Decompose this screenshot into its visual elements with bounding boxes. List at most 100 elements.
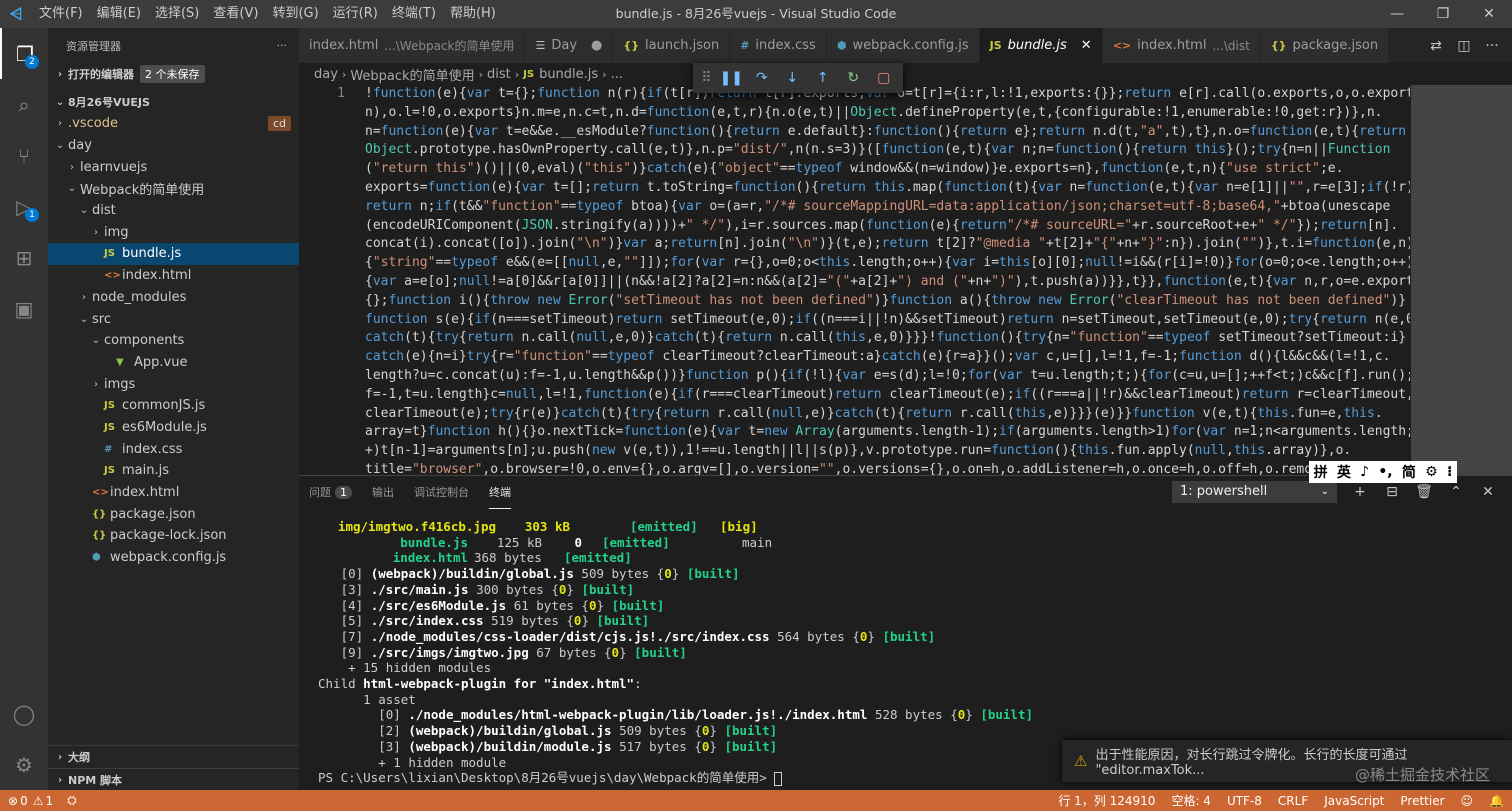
npm-scripts-section[interactable]: › NPM 脚本	[48, 768, 299, 791]
tree-item[interactable]: JS bundle.js	[48, 243, 299, 265]
menu-item[interactable]: 运行(R)	[326, 0, 385, 28]
ime-english-icon[interactable]: 英	[1337, 462, 1351, 482]
ime-moon-icon[interactable]: ♪	[1360, 464, 1369, 480]
extensions-icon[interactable]: ⊞	[0, 232, 48, 283]
gear-icon[interactable]: ⚙	[0, 739, 48, 790]
error-count[interactable]: 0	[20, 794, 28, 808]
search-icon[interactable]: ⌕	[0, 79, 48, 130]
explorer-icon[interactable]: ❐ 2	[0, 28, 48, 79]
tree-item[interactable]: › imgs	[48, 373, 299, 395]
tab-problems[interactable]: 问题 1	[309, 476, 352, 509]
unsaved-dot-icon[interactable]: ●	[591, 38, 602, 53]
more-icon[interactable]: ···	[1478, 38, 1506, 54]
remote-explorer-icon[interactable]: ▣	[0, 283, 48, 334]
tree-item[interactable]: <> index.html	[48, 265, 299, 287]
editor-tab[interactable]: JS bundle.js ✕	[979, 28, 1103, 63]
tree-item[interactable]: <> index.html	[48, 482, 299, 504]
ime-settings-icon[interactable]: ⚙	[1425, 464, 1438, 480]
ime-simplified-icon[interactable]: 简	[1402, 462, 1416, 482]
split-terminal-icon[interactable]: ⊟	[1376, 481, 1408, 503]
tab-output[interactable]: 输出	[372, 476, 394, 509]
warning-icon[interactable]: ⚠	[33, 794, 44, 808]
tree-item[interactable]: ⬢ webpack.config.js	[48, 547, 299, 569]
tree-item[interactable]: ⌄ src	[48, 308, 299, 330]
formatter[interactable]: Prettier	[1392, 794, 1452, 808]
editor-tab[interactable]: {} launch.json	[613, 28, 731, 63]
close-window-button[interactable]: ✕	[1466, 0, 1512, 28]
tree-item[interactable]: ⌄ dist	[48, 200, 299, 222]
tree-item[interactable]: JS commonJS.js	[48, 395, 299, 417]
ime-pinyin-icon[interactable]: 拼	[1314, 462, 1328, 482]
tree-item[interactable]: JS es6Module.js	[48, 417, 299, 439]
tree-item[interactable]: › .vscode cd	[48, 113, 299, 135]
step-into-icon[interactable]: ↓	[777, 70, 807, 86]
editor-tab[interactable]: ☰ Day ●	[525, 28, 614, 63]
warning-count[interactable]: 1	[45, 794, 53, 808]
menu-item[interactable]: 帮助(H)	[443, 0, 503, 28]
breadcrumb-item[interactable]: dist	[487, 67, 511, 82]
breadcrumb-item[interactable]: day	[314, 67, 338, 82]
new-terminal-icon[interactable]: +	[1344, 481, 1376, 503]
menu-item[interactable]: 终端(T)	[385, 0, 443, 28]
tab-debug-console[interactable]: 调试控制台	[414, 476, 469, 509]
breadcrumb-item[interactable]: bundle.js	[539, 67, 598, 82]
tree-item[interactable]: {} package.json	[48, 503, 299, 525]
language-mode[interactable]: JavaScript	[1316, 794, 1392, 808]
encoding[interactable]: UTF-8	[1219, 794, 1270, 808]
minimap-slider[interactable]	[1411, 85, 1512, 475]
outline-section[interactable]: › 大纲	[48, 745, 299, 768]
minimap[interactable]	[1411, 85, 1512, 475]
workspace-section[interactable]: ⌄ 8月26号VUEJS	[48, 91, 299, 113]
editor-tab[interactable]: {} package.json	[1260, 28, 1390, 63]
end-of-line[interactable]: CRLF	[1270, 794, 1316, 808]
close-panel-icon[interactable]: ✕	[1472, 481, 1504, 503]
debug-status-icon[interactable]: ⛭	[67, 793, 77, 808]
indentation[interactable]: 空格: 4	[1163, 792, 1219, 809]
maximize-panel-icon[interactable]: ⌃	[1440, 481, 1472, 503]
ime-more-icon[interactable]: ⁝	[1447, 464, 1452, 480]
editor-tab[interactable]: ⬢ webpack.config.js	[826, 28, 980, 63]
close-icon[interactable]: ✕	[1081, 38, 1092, 53]
menu-item[interactable]: 文件(F)	[32, 0, 90, 28]
source-control-icon[interactable]: ⑂	[0, 130, 48, 181]
pause-icon[interactable]: ❚❚	[716, 70, 746, 86]
breadcrumb-item[interactable]: Webpack的简单使用	[350, 65, 474, 84]
terminal-select[interactable]: 1: powershell ⌄	[1172, 481, 1337, 503]
code-content[interactable]: !function(e){var t={};function n(r){if(t…	[365, 85, 1410, 475]
restart-icon[interactable]: ↻	[838, 70, 868, 86]
editor-tab[interactable]: index.html ...\Webpack的简单使用	[299, 28, 526, 63]
step-out-icon[interactable]: ↑	[808, 70, 838, 86]
bell-icon[interactable]: 🔔	[1481, 794, 1512, 808]
editor-tab[interactable]: # index.css	[730, 28, 827, 63]
menu-item[interactable]: 转到(G)	[265, 0, 325, 28]
tree-item[interactable]: › img	[48, 221, 299, 243]
split-editor-icon[interactable]: ◫	[1450, 38, 1478, 54]
cursor-position[interactable]: 行 1，列 124910	[1050, 792, 1163, 809]
tree-item[interactable]: JS main.js	[48, 460, 299, 482]
maximize-button[interactable]: ❐	[1420, 0, 1466, 28]
breadcrumb-item[interactable]: ...	[611, 67, 623, 82]
notification-toast[interactable]: ⚠ 出于性能原因，对长行跳过令牌化。长行的长度可通过 "editor.maxTo…	[1062, 740, 1512, 784]
code-editor[interactable]: 1 !function(e){var t={};function n(r){if…	[299, 85, 1512, 475]
more-actions-icon[interactable]: ···	[277, 39, 288, 52]
tree-item[interactable]: › node_modules	[48, 287, 299, 309]
menu-item[interactable]: 选择(S)	[148, 0, 206, 28]
tree-item[interactable]: ⌄ components	[48, 330, 299, 352]
editor-tab[interactable]: <> index.html ...\dist	[1102, 28, 1261, 63]
open-editors-section[interactable]: › 打开的编辑器 2 个未保存	[48, 63, 299, 85]
tree-item[interactable]: {} package-lock.json	[48, 525, 299, 547]
tree-item[interactable]: # index.css	[48, 438, 299, 460]
tree-item[interactable]: › learnvuejs	[48, 156, 299, 178]
drag-handle-icon[interactable]: ⠿	[697, 70, 716, 86]
tree-item[interactable]: ⌄ Webpack的简单使用	[48, 178, 299, 200]
tree-item[interactable]: ⌄ day	[48, 135, 299, 157]
error-icon[interactable]: ⊗	[8, 794, 18, 808]
account-icon[interactable]: ◯	[0, 688, 48, 739]
tree-item[interactable]: ▼ App.vue	[48, 352, 299, 374]
feedback-icon[interactable]: ☺	[1453, 794, 1482, 808]
run-debug-icon[interactable]: ▷ 1	[0, 181, 48, 232]
tab-terminal[interactable]: 终端	[489, 476, 511, 509]
compare-icon[interactable]: ⇄	[1422, 38, 1450, 54]
stop-icon[interactable]: ▢	[868, 70, 898, 86]
minimize-button[interactable]: —	[1374, 0, 1420, 28]
